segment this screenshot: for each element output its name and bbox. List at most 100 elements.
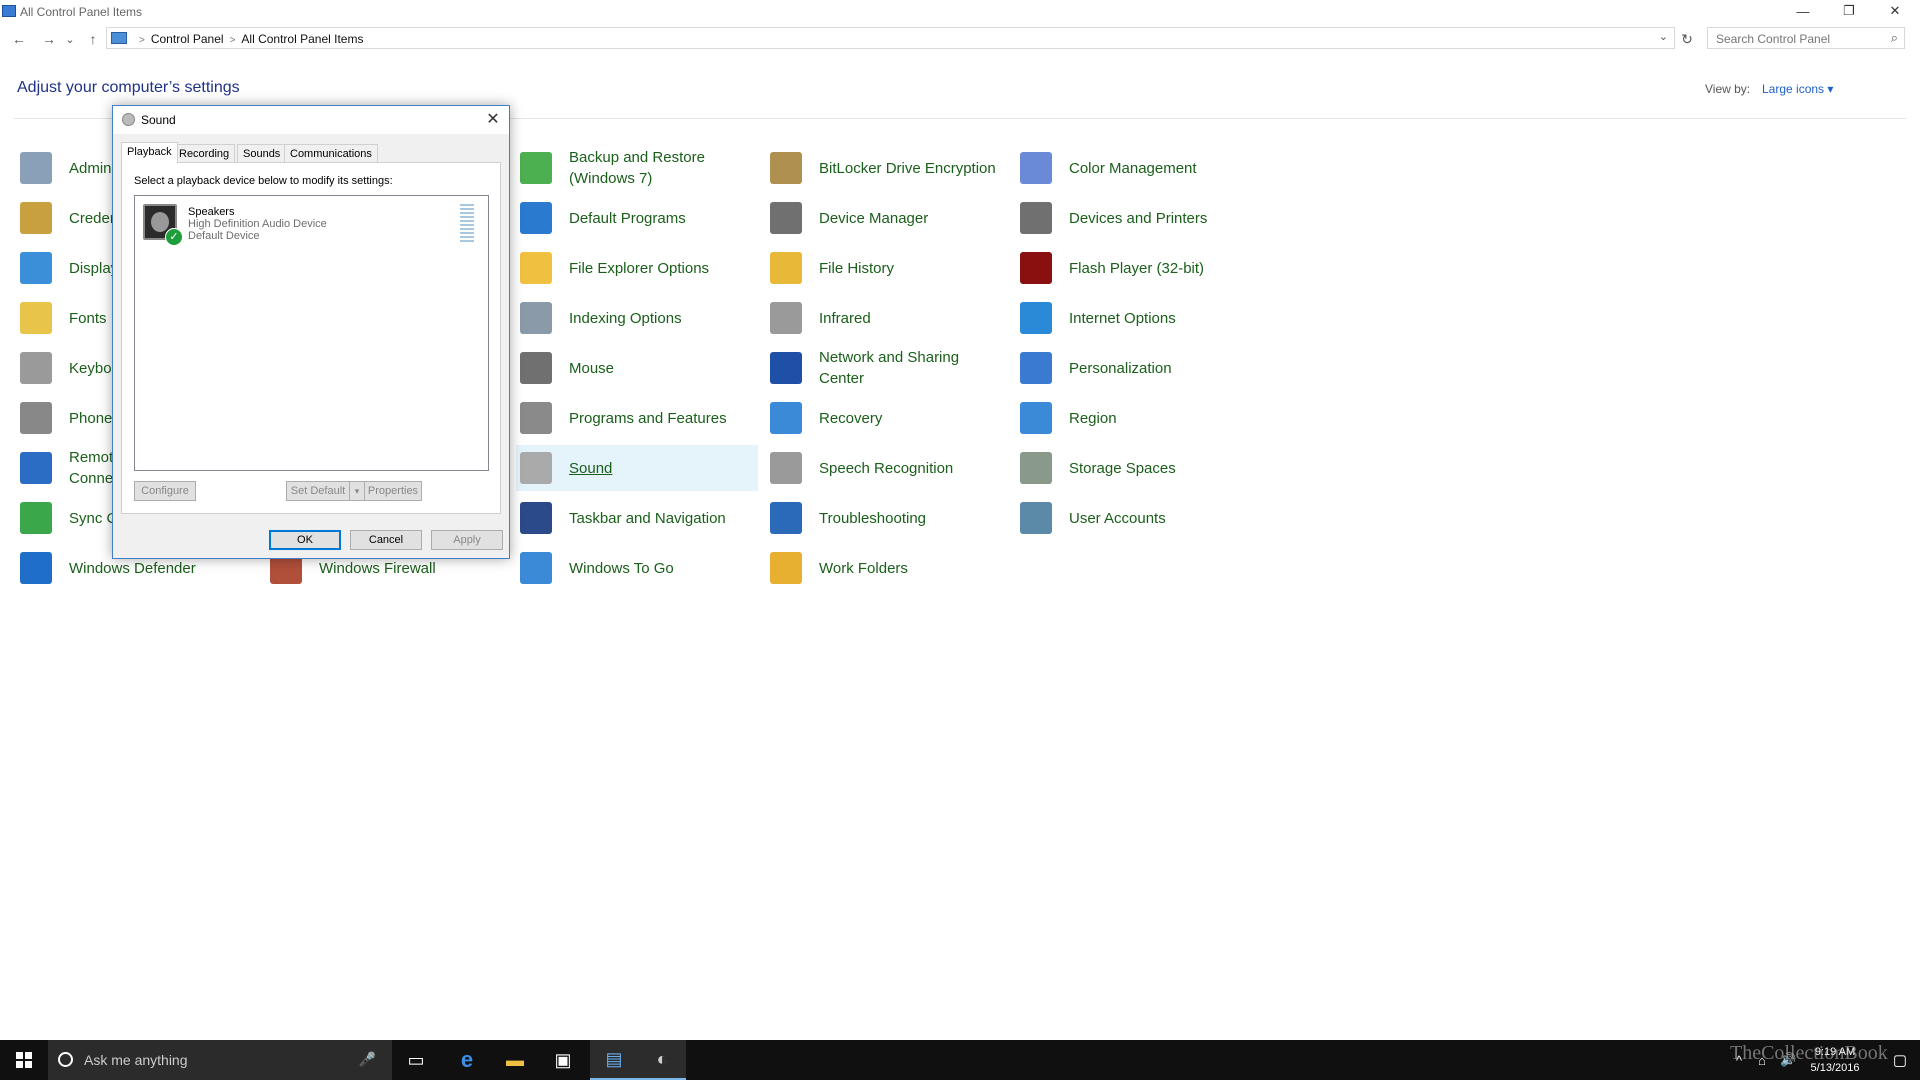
control-panel-item[interactable]: Windows To Go	[520, 545, 758, 591]
control-panel-item[interactable]: File History	[770, 245, 1000, 291]
control-panel-item-label: Devices and Printers	[1069, 209, 1208, 227]
cancel-button[interactable]: Cancel	[350, 530, 422, 550]
device-driver: High Definition Audio Device	[188, 218, 327, 230]
control-panel-item-label: Fonts	[69, 309, 107, 327]
control-panel-item-label: Storage Spaces	[1069, 459, 1176, 477]
microphone-icon[interactable]: 🎤	[359, 1051, 376, 1068]
mouse-icon	[520, 352, 552, 384]
apply-button[interactable]: Apply	[431, 530, 503, 550]
recovery-icon	[770, 402, 802, 434]
display-icon	[20, 252, 52, 284]
control-panel-item[interactable]: Device Manager	[770, 195, 1000, 241]
sound-dialog: Sound ✕ Playback Recording Sounds Commun…	[112, 105, 510, 559]
control-panel-item[interactable]: Region	[1020, 395, 1250, 441]
device-status: Default Device	[188, 230, 260, 242]
view-by-label: View by:	[1705, 82, 1751, 96]
search-icon[interactable]: ⌕	[1891, 30, 1898, 46]
control-panel-item-label: Windows To Go	[569, 559, 674, 577]
close-button[interactable]: ✕	[1872, 0, 1918, 22]
edge-icon[interactable]: e	[443, 1040, 491, 1080]
task-view-icon[interactable]: ▭	[392, 1040, 440, 1080]
phone-icon	[20, 402, 52, 434]
control-panel-item[interactable]: Taskbar and Navigation	[520, 495, 758, 541]
search-input[interactable]	[1714, 31, 1878, 47]
control-panel-item-label: Device Manager	[819, 209, 929, 227]
control-panel-item[interactable]: Personalization	[1020, 345, 1250, 391]
control-panel-item[interactable]: Troubleshooting	[770, 495, 1000, 541]
restore-button[interactable]: ❐	[1826, 0, 1872, 22]
control-panel-item[interactable]: User Accounts	[1020, 495, 1250, 541]
control-panel-item[interactable]: Network and Sharing Center	[770, 345, 1000, 391]
control-panel-item-label: Indexing Options	[569, 309, 682, 327]
address-bar[interactable]: > Control Panel > All Control Panel Items ⌄	[106, 27, 1675, 49]
control-panel-item[interactable]: File Explorer Options	[520, 245, 758, 291]
control-panel-item[interactable]: Flash Player (32-bit)	[1020, 245, 1250, 291]
breadcrumb-control-panel[interactable]: Control Panel	[151, 32, 224, 46]
sync-icon	[20, 502, 52, 534]
watermark: TheCollectionBook	[1730, 1042, 1888, 1064]
speaker-small-icon	[122, 113, 135, 126]
control-panel-item[interactable]: Programs and Features	[520, 395, 758, 441]
troubleshooting-icon	[770, 502, 802, 534]
up-arrow-icon[interactable]: ↑	[82, 28, 104, 50]
navigation-bar: ← → ⌄ ↑ > Control Panel > All Control Panel…	[0, 26, 1920, 52]
control-panel-item[interactable]: Internet Options	[1020, 295, 1250, 341]
control-panel-item[interactable]: Devices and Printers	[1020, 195, 1250, 241]
control-panel-item[interactable]: Work Folders	[770, 545, 1000, 591]
fonts-icon	[20, 302, 52, 334]
set-default-button[interactable]: Set Default	[286, 481, 350, 501]
address-dropdown-icon[interactable]: ⌄	[1659, 30, 1668, 43]
tab-playback[interactable]: Playback	[121, 142, 178, 163]
network-icon	[770, 352, 802, 384]
cortana-search-box[interactable]: Ask me anything 🎤	[48, 1040, 392, 1080]
set-default-dropdown-icon[interactable]: ▾	[349, 481, 365, 501]
control-panel-taskbar-icon[interactable]: ▤	[590, 1040, 638, 1080]
control-panel-item-label: Network and Sharing Center	[819, 349, 960, 387]
dialog-close-icon[interactable]: ✕	[483, 109, 503, 129]
control-panel-item[interactable]: Mouse	[520, 345, 758, 391]
configure-button[interactable]: Configure	[134, 481, 196, 501]
search-box[interactable]: ⌕	[1707, 27, 1905, 49]
tab-communications[interactable]: Communications	[284, 144, 378, 162]
control-panel-item[interactable]: Storage Spaces	[1020, 445, 1250, 491]
start-button[interactable]	[0, 1040, 48, 1080]
tab-recording[interactable]: Recording	[173, 144, 236, 162]
personalization-icon	[1020, 352, 1052, 384]
file-history-icon	[770, 252, 802, 284]
control-panel-item[interactable]: Default Programs	[520, 195, 758, 241]
breadcrumb-all-items[interactable]: All Control Panel Items	[241, 32, 363, 46]
control-panel-item[interactable]: Recovery	[770, 395, 1000, 441]
refresh-icon[interactable]: ↻	[1676, 28, 1698, 50]
device-speakers[interactable]: ✓ Speakers High Definition Audio Device …	[139, 200, 484, 246]
sound-icon	[520, 452, 552, 484]
control-panel-item[interactable]: Sound	[516, 445, 758, 491]
region-icon	[1020, 402, 1052, 434]
dialog-title-bar: Sound ✕	[113, 106, 509, 134]
minimize-button[interactable]: —	[1780, 0, 1826, 22]
recent-locations-icon[interactable]: ⌄	[62, 28, 78, 50]
control-panel-item[interactable]: Infrared	[770, 295, 1000, 341]
sound-taskbar-icon[interactable]: ◐	[638, 1040, 686, 1080]
cortana-placeholder: Ask me anything	[84, 1052, 188, 1068]
dialog-title: Sound	[141, 113, 176, 127]
device-list[interactable]: ✓ Speakers High Definition Audio Device …	[134, 195, 489, 471]
control-panel-item[interactable]: BitLocker Drive Encryption	[770, 145, 1000, 191]
properties-button[interactable]: Properties	[364, 481, 422, 501]
control-panel-item[interactable]: Backup and Restore (Windows 7)	[520, 145, 758, 191]
tab-sounds[interactable]: Sounds	[237, 144, 287, 162]
flash-icon	[1020, 252, 1052, 284]
control-panel-item-label: Recovery	[819, 409, 883, 427]
control-panel-item[interactable]: Speech Recognition	[770, 445, 1000, 491]
ok-button[interactable]: OK	[269, 530, 341, 550]
page-title: Adjust your computer’s settings	[17, 79, 240, 96]
back-arrow-icon[interactable]: ←	[8, 28, 30, 50]
view-by-dropdown[interactable]: Large icons ▾	[1762, 82, 1833, 96]
forward-arrow-icon[interactable]: →	[38, 28, 60, 50]
microphone-icon	[770, 452, 802, 484]
control-panel-item[interactable]: Color Management	[1020, 145, 1250, 191]
playback-instruction: Select a playback device below to modify…	[134, 175, 393, 187]
control-panel-item[interactable]: Indexing Options	[520, 295, 758, 341]
store-icon[interactable]: ▣	[539, 1040, 587, 1080]
file-explorer-icon[interactable]: ▬	[491, 1040, 539, 1080]
control-panel-item-label: File History	[819, 259, 895, 277]
